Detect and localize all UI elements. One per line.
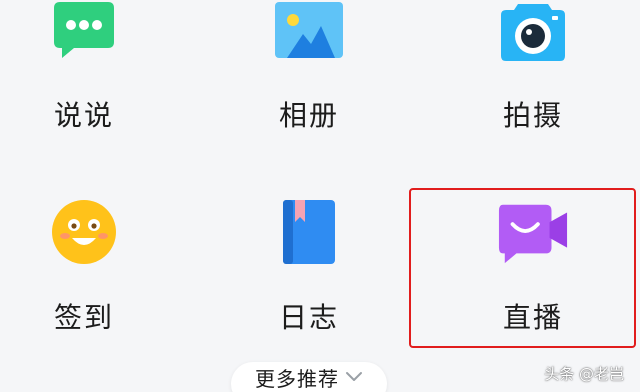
app-label-shuoshuo: 说说: [53, 99, 114, 132]
app-grid-screen: 说说 相册 拍摄 签到 日志 直播 更多推荐 头条 @老岂: [0, 0, 640, 392]
chat-bubble-icon: [48, 0, 120, 66]
app-label-journal: 日志: [278, 301, 339, 334]
app-tile-album[interactable]: 相册: [209, 0, 409, 154]
app-label-checkin: 签到: [53, 301, 114, 334]
more-recommendations-button[interactable]: 更多推荐: [231, 362, 387, 392]
app-tile-camera[interactable]: 拍摄: [433, 0, 633, 154]
chevron-down-icon: [345, 368, 363, 387]
photo-album-icon: [273, 0, 345, 66]
watermark: 头条 @老岂: [544, 363, 624, 384]
camera-icon: [497, 0, 569, 66]
app-tile-shuoshuo[interactable]: 说说: [0, 0, 184, 154]
app-tile-checkin[interactable]: 签到: [0, 196, 184, 356]
more-recommendations-label: 更多推荐: [255, 366, 339, 391]
app-label-album: 相册: [278, 99, 339, 132]
watermark-text: 头条 @老岂: [544, 365, 624, 383]
app-tile-journal[interactable]: 日志: [209, 196, 409, 356]
app-label-camera: 拍摄: [502, 99, 563, 132]
highlight-box: [409, 188, 636, 348]
smiley-face-icon: [48, 196, 120, 268]
journal-book-icon: [273, 196, 345, 268]
